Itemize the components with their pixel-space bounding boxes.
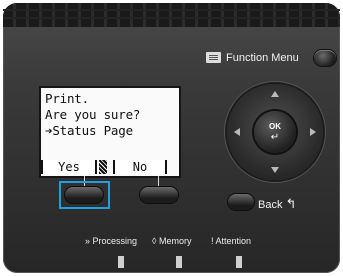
function-menu-button[interactable]: [314, 50, 336, 66]
back-label-text: Back: [258, 199, 283, 211]
processing-icon: »: [85, 236, 91, 246]
lcd-display: Print. Are you sure? ➔Status Page Yes No: [39, 86, 181, 178]
left-arrow-icon[interactable]: [234, 128, 240, 136]
softkey-right-pointer: [158, 176, 159, 186]
processing-led: [118, 256, 124, 268]
softkey-yes-label: Yes: [41, 160, 97, 174]
up-arrow-icon[interactable]: [271, 91, 279, 97]
lcd-line-3: ➔Status Page: [45, 123, 133, 138]
memory-indicator: ◊ Memory: [152, 236, 191, 246]
memory-icon: ◊: [152, 236, 157, 246]
attention-indicator: ! Attention: [211, 236, 251, 246]
lcd-line-2: Are you sure?: [45, 107, 141, 122]
lcd-line-1: Print.: [45, 91, 89, 106]
attention-led: [236, 256, 242, 268]
attention-label: Attention: [215, 236, 252, 246]
memory-led: [176, 256, 182, 268]
right-select-button[interactable]: [140, 187, 178, 203]
ok-label: OK: [269, 122, 281, 131]
enter-icon: ↵: [270, 132, 280, 143]
back-icon: ↰: [285, 196, 297, 211]
speaker-grille: [3, 3, 340, 27]
softkey-bar: Yes No: [41, 158, 179, 176]
left-select-button[interactable]: [65, 187, 103, 203]
back-button[interactable]: [228, 194, 254, 210]
processing-indicator: » Processing: [85, 236, 137, 246]
softkey-no-label: No: [113, 160, 167, 174]
attention-icon: !: [211, 236, 214, 246]
right-arrow-icon[interactable]: [310, 128, 316, 136]
menu-list-icon: [206, 52, 221, 63]
back-label: Back ↰: [258, 196, 296, 212]
softkey-separator: [99, 160, 107, 174]
memory-label: Memory: [158, 236, 192, 246]
down-arrow-icon[interactable]: [271, 167, 279, 173]
processing-label: Processing: [92, 236, 138, 246]
function-menu-label: Function Menu: [226, 52, 299, 64]
